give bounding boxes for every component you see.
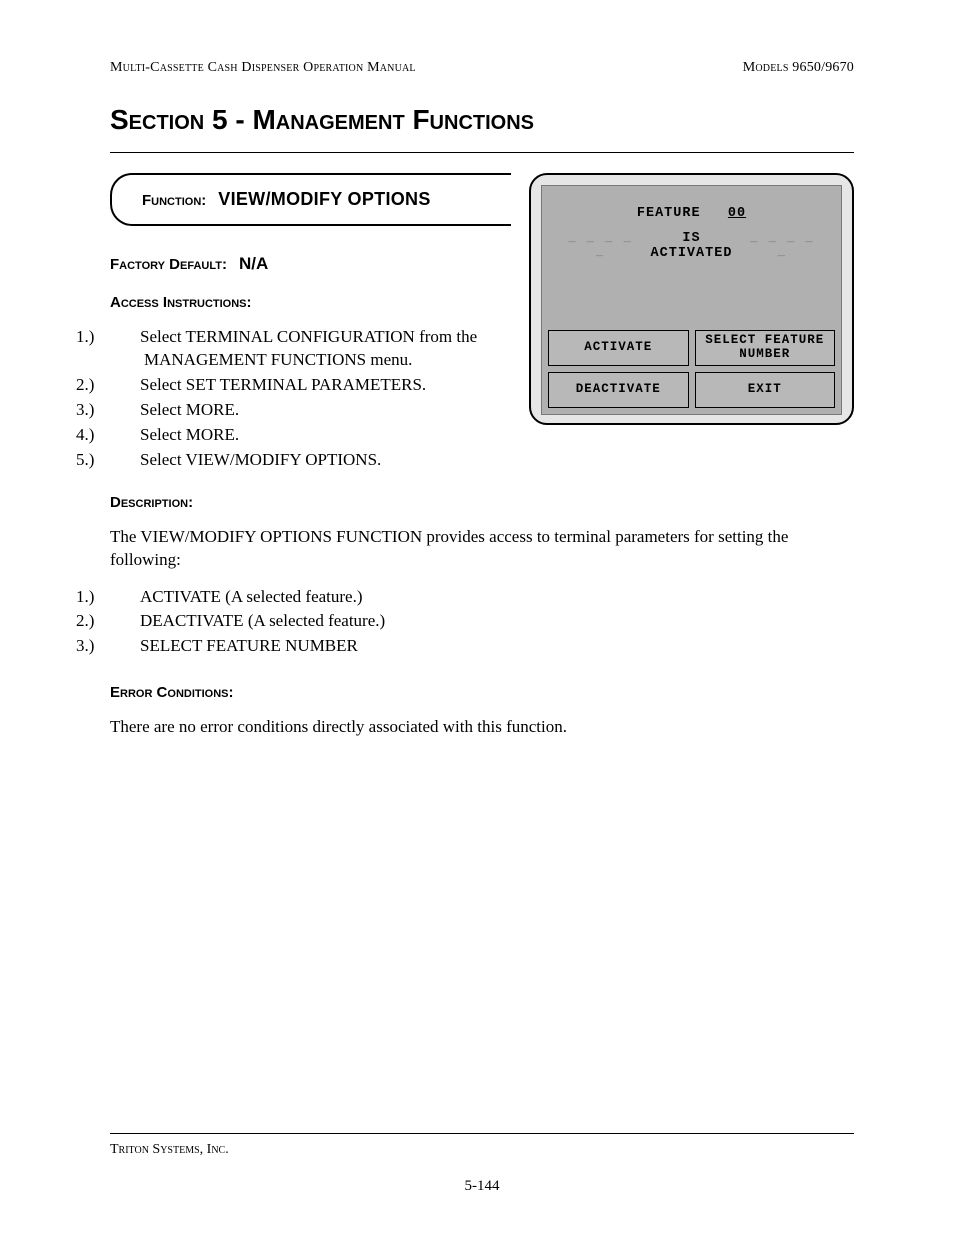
description-items-list: 1.)ACTIVATE (A selected feature.) 2.)DEA… xyxy=(110,586,854,659)
function-label: Function: xyxy=(142,192,206,209)
step-text: Select MORE. xyxy=(140,400,239,419)
access-steps-list: 1.)Select TERMINAL CONFIGURATION from th… xyxy=(110,326,511,472)
footer-rule xyxy=(110,1133,854,1134)
step-text: Select VIEW/MODIFY OPTIONS. xyxy=(140,450,381,469)
terminal-screen: FEATURE 00 _ _ _ _ _ IS ACTIVATED _ _ _ … xyxy=(529,173,854,425)
step-text: Select TERMINAL CONFIGURATION from the M… xyxy=(140,327,477,369)
list-item: 2.)DEACTIVATE (A selected feature.) xyxy=(110,610,854,633)
list-item: 5.)Select VIEW/MODIFY OPTIONS. xyxy=(110,449,511,472)
step-text: Select SET TERMINAL PARAMETERS. xyxy=(140,375,426,394)
screen-feature-value: 00 xyxy=(728,206,746,221)
header-right: Models 9650/9670 xyxy=(743,60,854,76)
page-number: 5-144 xyxy=(110,1178,854,1195)
factory-default-value: N/A xyxy=(239,254,268,273)
select-feature-button[interactable]: SELECT FEATURE NUMBER xyxy=(695,330,836,366)
deactivate-button[interactable]: DEACTIVATE xyxy=(548,372,689,408)
activate-button[interactable]: ACTIVATE xyxy=(548,330,689,366)
list-item: 3.)Select MORE. xyxy=(110,399,511,422)
footer-company: Triton Systems, Inc. xyxy=(110,1142,854,1158)
list-item: 3.)SELECT FEATURE NUMBER xyxy=(110,635,854,658)
section-title: Section 5 - Management Functions xyxy=(110,104,854,136)
error-conditions-text: There are no error conditions directly a… xyxy=(110,716,854,739)
item-text: ACTIVATE (A selected feature.) xyxy=(140,587,363,606)
factory-default-label: Factory Default: xyxy=(110,256,227,273)
description-intro: The VIEW/MODIFY OPTIONS FUNCTION provide… xyxy=(110,526,854,572)
function-box: Function: VIEW/MODIFY OPTIONS xyxy=(110,173,511,226)
description-label: Description: xyxy=(110,494,193,511)
error-conditions-label: Error Conditions: xyxy=(110,684,234,701)
divider-dots: _ _ _ _ _ xyxy=(746,231,819,259)
item-text: DEACTIVATE (A selected feature.) xyxy=(140,611,385,630)
divider-dots: _ _ _ _ _ xyxy=(564,231,637,259)
item-text: SELECT FEATURE NUMBER xyxy=(140,636,358,655)
exit-button[interactable]: EXIT xyxy=(695,372,836,408)
function-name: VIEW/MODIFY OPTIONS xyxy=(218,189,430,209)
list-item: 4.)Select MORE. xyxy=(110,424,511,447)
screen-status: IS ACTIVATED xyxy=(643,231,740,261)
list-item: 2.)Select SET TERMINAL PARAMETERS. xyxy=(110,374,511,397)
title-rule xyxy=(110,152,854,153)
access-instructions-label: Access Instructions: xyxy=(110,294,252,311)
list-item: 1.)ACTIVATE (A selected feature.) xyxy=(110,586,854,609)
step-text: Select MORE. xyxy=(140,425,239,444)
header-left: Multi-Cassette Cash Dispenser Operation … xyxy=(110,60,416,76)
screen-feature-label: FEATURE xyxy=(637,206,701,221)
list-item: 1.)Select TERMINAL CONFIGURATION from th… xyxy=(110,326,511,372)
